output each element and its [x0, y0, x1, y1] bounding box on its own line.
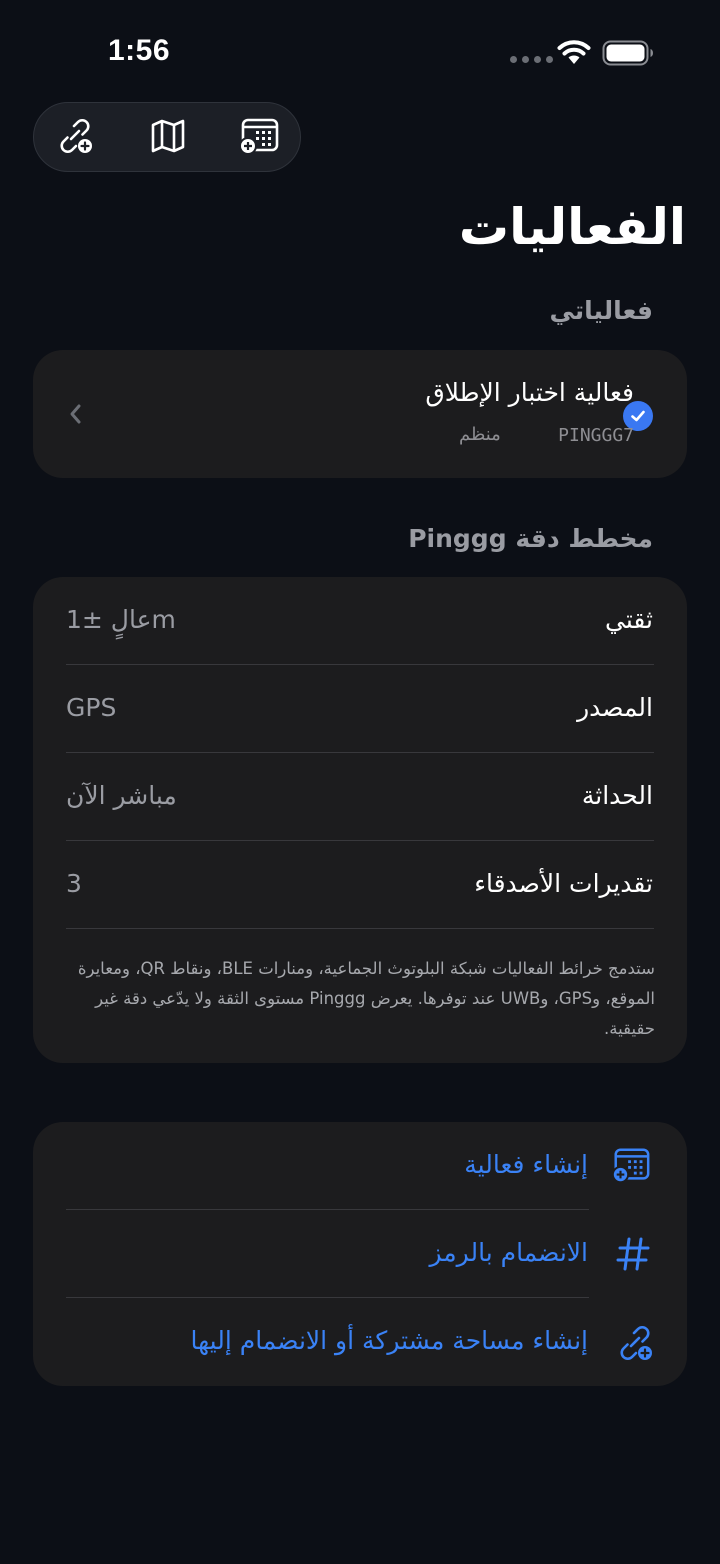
confidence-label: ثقتي — [605, 605, 653, 634]
event-role: منظم — [459, 424, 501, 445]
accuracy-note: ستدمج خرائط الفعاليات شبكة البلوتوث الجم… — [77, 959, 655, 1038]
friend-estimates-label: تقديرات الأصدقاء — [474, 869, 653, 898]
divider — [66, 840, 654, 841]
cellular-signal-icon — [510, 56, 553, 63]
map-icon — [148, 116, 188, 160]
hashtag-icon — [612, 1233, 654, 1275]
map-button[interactable] — [147, 117, 189, 159]
my-events-section-label: فعالياتي — [549, 296, 653, 325]
source-label: المصدر — [577, 693, 653, 722]
event-name: فعالية اختبار الإطلاق — [425, 378, 634, 407]
create-event-row[interactable] — [33, 1122, 687, 1210]
create-event-toolbar-button[interactable] — [238, 117, 280, 159]
divider — [66, 928, 654, 929]
top-toolbar — [33, 102, 301, 172]
accuracy-section-label: مخطط دقة Pinggg — [408, 524, 653, 553]
event-card[interactable] — [33, 350, 687, 478]
chevron-left-icon — [66, 402, 86, 430]
shared-space-label: إنشاء مساحة مشتركة أو الانضمام إليها — [190, 1326, 588, 1355]
link-add-icon — [54, 115, 96, 161]
link-add-icon — [614, 1322, 656, 1364]
calendar-add-icon — [237, 115, 281, 161]
freshness-value: مباشر الآن — [66, 781, 177, 810]
status-time: 1:56 — [108, 34, 171, 67]
friend-estimates-value: 3 — [66, 869, 82, 898]
create-event-label: إنشاء فعالية — [464, 1150, 588, 1179]
confidence-value: عالٍ ±1m — [66, 605, 176, 634]
divider — [66, 752, 654, 753]
battery-icon — [602, 40, 654, 70]
join-by-code-row[interactable] — [33, 1210, 687, 1298]
source-value: GPS — [66, 693, 117, 722]
event-code: PINGGG7 — [558, 425, 634, 446]
join-by-code-label: الانضمام بالرمز — [429, 1238, 588, 1267]
wifi-icon — [556, 38, 592, 70]
divider — [66, 664, 654, 665]
freshness-label: الحداثة — [581, 781, 653, 810]
calendar-add-icon — [610, 1144, 652, 1186]
shared-space-button[interactable] — [54, 117, 96, 159]
page-title: الفعاليات — [458, 198, 686, 256]
